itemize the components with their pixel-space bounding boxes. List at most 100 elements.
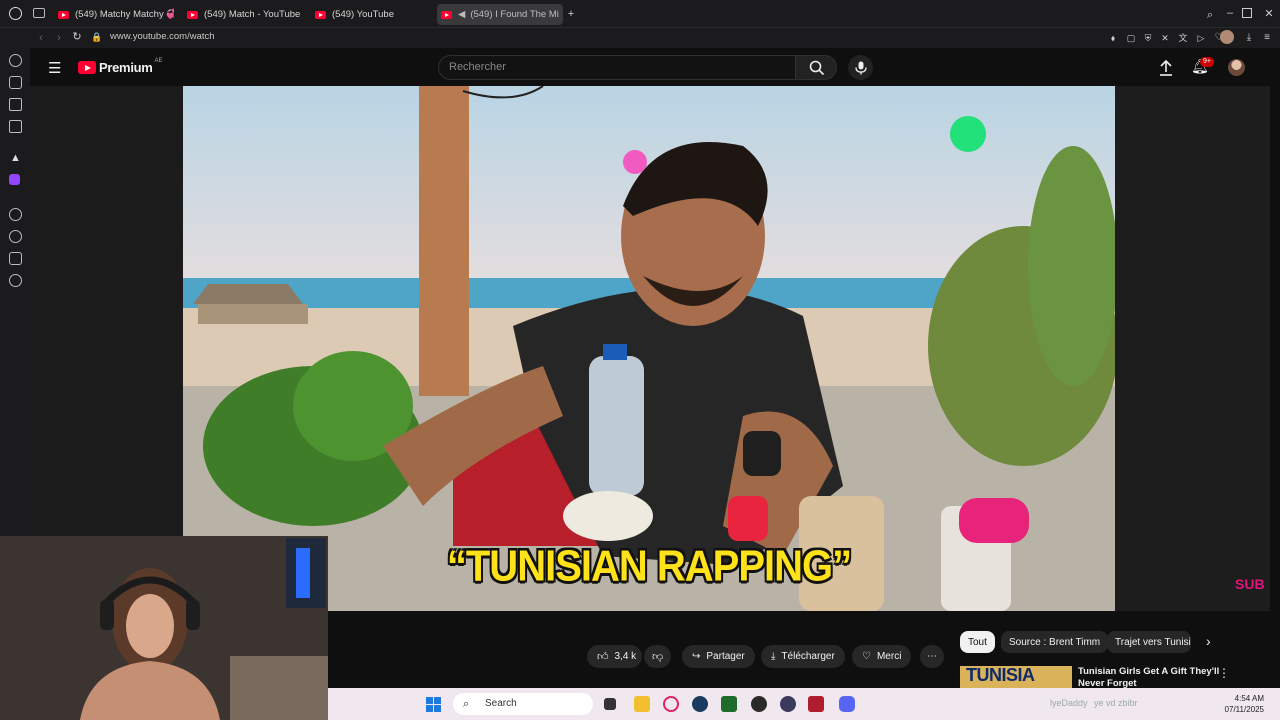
theater-background xyxy=(30,86,183,536)
more-actions-button[interactable]: ⋯ xyxy=(920,645,944,668)
share-button[interactable]: ↪ Partager xyxy=(682,645,755,668)
country-code: AE xyxy=(154,57,163,64)
channel-watermark[interactable]: SUB xyxy=(1235,576,1265,592)
history-icon[interactable] xyxy=(9,54,22,67)
extension-icon[interactable]: ✕ xyxy=(1158,31,1172,45)
settings-icon[interactable] xyxy=(9,274,22,287)
player-icon[interactable] xyxy=(9,208,22,221)
task-view-icon[interactable] xyxy=(604,698,616,710)
thumbs-up-icon: 👍︎ xyxy=(597,651,609,663)
back-icon[interactable]: ‹ xyxy=(34,31,48,45)
browser-tab[interactable]: (549) Match - YouTube xyxy=(183,4,303,25)
recommended-title: Tunisian Girls Get A Gift They'll Never … xyxy=(1078,666,1220,689)
address-bar: ‹ › ↻ 🔒 www.youtube.com/watch ⬧ ▢ ⛨ ✕ 文 … xyxy=(30,28,1280,48)
video-actions-area: 👍︎ 3,4 k 👎︎ ↪ Partager ⤓ Télécharger ♡ M… xyxy=(328,611,1270,689)
windows-start-icon[interactable] xyxy=(426,697,441,712)
search-icon: ⌕ xyxy=(463,698,470,710)
tab-label: (549) YouTube xyxy=(332,9,394,20)
share-label: Partager xyxy=(706,651,745,662)
new-tab-button[interactable]: + xyxy=(564,7,578,21)
dislike-button[interactable]: 👎︎ xyxy=(644,645,672,668)
microphone-icon xyxy=(854,61,867,74)
upload-icon[interactable] xyxy=(1159,60,1173,76)
chip-label: Tout xyxy=(968,636,987,648)
chip-all[interactable]: Tout xyxy=(960,631,995,653)
reload-icon[interactable]: ↻ xyxy=(70,30,84,44)
twitch-icon[interactable] xyxy=(9,174,20,185)
play-icon[interactable]: ▷ xyxy=(1194,31,1208,45)
download-icon[interactable]: ⤓ xyxy=(1242,31,1256,45)
translate-icon[interactable]: 文 xyxy=(1176,31,1190,45)
video-player[interactable]: “TUNISIAN RAPPING” xyxy=(183,86,1115,611)
taskbar-search[interactable]: ⌕ Search xyxy=(453,693,593,715)
discord-icon[interactable] xyxy=(839,696,855,712)
snapshot-icon[interactable]: ▢ xyxy=(1124,31,1138,45)
arc-icon[interactable]: ▲ xyxy=(9,152,22,165)
taskbar-clock[interactable]: 4:54 AM 07/11/2025 xyxy=(1225,693,1264,715)
opera-logo-icon[interactable] xyxy=(9,7,22,20)
close-window-icon[interactable]: ✕ xyxy=(1262,7,1276,21)
download-label: Télécharger xyxy=(781,651,835,662)
search-icon xyxy=(809,60,825,76)
thanks-label: Merci xyxy=(876,651,902,662)
app-icon[interactable] xyxy=(780,696,796,712)
like-button[interactable]: 👍︎ 3,4 k xyxy=(587,645,643,668)
speaker-icon: ◀ xyxy=(458,9,466,20)
profile-avatar[interactable] xyxy=(1220,30,1234,44)
theater-background: SUB xyxy=(1115,86,1270,611)
chip-label: Source : Brent Timm xyxy=(1009,636,1101,648)
youtube-favicon-icon xyxy=(187,10,198,19)
share-icon: ↪ xyxy=(692,651,701,662)
clock-date: 07/11/2025 xyxy=(1224,705,1264,714)
thanks-button[interactable]: ♡ Merci xyxy=(852,645,912,668)
opera-icon[interactable] xyxy=(663,696,679,712)
youtube-favicon-icon xyxy=(315,10,326,19)
notes-icon[interactable] xyxy=(9,98,22,111)
chevron-right-icon[interactable]: › xyxy=(1206,633,1211,649)
adblock-icon[interactable]: ⛨ xyxy=(1141,31,1155,45)
search-button[interactable] xyxy=(795,55,837,80)
extensions-icon[interactable] xyxy=(9,252,22,265)
maximize-icon[interactable] xyxy=(1242,8,1252,18)
menu-icon[interactable]: ≡ xyxy=(1260,31,1274,45)
chip-source[interactable]: Source : Brent Timm xyxy=(1001,631,1109,653)
browser-tab[interactable]: (549) Matchy Matchy 💞 xyxy=(54,4,174,25)
tab-overview-icon[interactable] xyxy=(33,8,45,18)
browser-tab-active[interactable]: ◀ (549) I Found The Mi xyxy=(437,4,563,25)
voice-search-button[interactable] xyxy=(848,55,873,80)
messenger-icon[interactable] xyxy=(9,120,22,133)
account-avatar[interactable] xyxy=(1228,59,1245,76)
forward-icon[interactable]: › xyxy=(52,31,66,45)
search-tabs-icon[interactable]: ⌕ xyxy=(1203,8,1217,22)
browser-tab[interactable]: (549) YouTube xyxy=(311,4,431,25)
terminal-icon[interactable] xyxy=(721,696,737,712)
pin-icon[interactable]: ⬧ xyxy=(1106,31,1120,45)
youtube-header: ☰ Premium AE Rechercher 🔔︎ 9+ xyxy=(30,48,1270,86)
url-text[interactable]: www.youtube.com/watch xyxy=(110,31,215,42)
chip-label: Trajet vers Tunisie xyxy=(1115,636,1191,648)
stream-overlay-text: ye vd zbibr xyxy=(1094,698,1138,708)
more-horizontal-icon: ⋯ xyxy=(927,651,937,662)
aria-icon[interactable] xyxy=(9,76,22,89)
more-vertical-icon[interactable]: ⋮ xyxy=(1218,666,1230,680)
app-icon[interactable] xyxy=(751,696,767,712)
minimize-icon[interactable]: – xyxy=(1223,6,1237,20)
thanks-heart-icon: ♡ xyxy=(862,651,871,662)
stream-overlay-text: lyeDaddy xyxy=(1050,698,1088,708)
recommended-thumbnail: TUNISIA xyxy=(960,666,1072,688)
recommended-video[interactable]: TUNISIA Tunisian Girls Get A Gift They'l… xyxy=(960,664,1260,689)
windows-taskbar: ⌕ Search lyeDaddy ye vd zbibr 4:54 AM 07… xyxy=(328,688,1280,720)
file-explorer-icon[interactable] xyxy=(634,696,650,712)
tab-label: (549) Matchy Matchy 💞 xyxy=(75,9,174,20)
chip-trip[interactable]: Trajet vers Tunisie xyxy=(1107,631,1191,653)
download-button[interactable]: ⤓ Télécharger xyxy=(761,645,845,668)
clock-icon[interactable] xyxy=(9,230,22,243)
browser-tab-bar: (549) Matchy Matchy 💞 (549) Match - YouT… xyxy=(0,0,1280,28)
webcam-overlay xyxy=(0,536,328,720)
hamburger-menu-icon[interactable]: ☰ xyxy=(48,59,61,77)
search-input[interactable]: Rechercher xyxy=(438,55,796,80)
youtube-premium-logo[interactable]: Premium AE xyxy=(78,57,163,75)
youtube-favicon-icon xyxy=(441,10,452,19)
steam-icon[interactable] xyxy=(692,696,708,712)
app-icon[interactable] xyxy=(808,696,824,712)
